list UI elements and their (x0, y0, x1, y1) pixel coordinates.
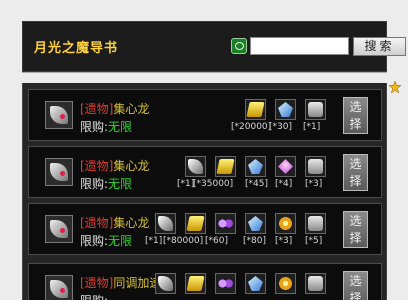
page-title: 月光之魔导书 (34, 41, 119, 56)
choose-button[interactable]: 选择 (343, 211, 368, 248)
wing-helm-icon[interactable] (185, 156, 206, 177)
blue-crystal-icon[interactable] (245, 213, 266, 234)
item-title: 集心龙 (113, 102, 150, 116)
choose-button[interactable]: 选择 (343, 154, 368, 191)
item-quantity: [*3] (305, 179, 323, 189)
purple-orbs-icon[interactable] (215, 213, 236, 234)
item-tag: [遗物] (80, 216, 114, 230)
gold-flower-icon[interactable] (275, 273, 296, 294)
item-quantity: [*5] (305, 236, 323, 246)
header-panel: 月光之魔导书 搜索 (22, 21, 406, 72)
item-quantity: [*45] (245, 179, 268, 189)
item-quantity: [*1] (303, 122, 321, 132)
item-name: [遗物]集心龙 (80, 157, 149, 174)
item-quantity: [*1] (145, 236, 163, 246)
item-name: [遗物]集心龙 (80, 214, 149, 231)
item-quantity: [*1] (177, 179, 195, 189)
limit-label: 限购: (80, 120, 109, 134)
choose-button[interactable]: 选择 (343, 97, 368, 134)
gold-bars-icon[interactable] (215, 156, 236, 177)
gold-bars-icon[interactable] (185, 213, 206, 234)
wing-helm-icon[interactable] (155, 213, 176, 234)
list-item: [遗物]集心龙 限购:无限 [*1] [*80000] [*60] [*80] [*3] [*… (28, 203, 382, 255)
item-tag: [遗物] (80, 159, 114, 173)
wing-helm-icon[interactable] (155, 273, 176, 294)
purple-orbs-icon[interactable] (215, 273, 236, 294)
item-quantity: [*30] (269, 122, 292, 132)
item-quantity: [*3] (275, 236, 293, 246)
limit-value: 无限 (108, 234, 133, 248)
item-title: 集心龙 (113, 159, 150, 173)
item-quantity: [*35000] (193, 179, 234, 189)
search-input[interactable] (250, 37, 349, 55)
item-quantity: [*80] (243, 236, 266, 246)
gold-bars-icon[interactable] (185, 273, 206, 294)
search-button[interactable]: 搜索 (353, 37, 406, 56)
dragon-relic-icon[interactable] (45, 275, 73, 300)
limit-label: 限购: (80, 177, 109, 191)
item-tag: [遗物] (80, 102, 114, 116)
list-item: [遗物]集心龙 限购:无限 [*20000] [*30] [*1] 选择 (28, 89, 382, 141)
item-quantity: [*80000] (163, 236, 204, 246)
scroll-icon[interactable] (305, 99, 326, 120)
purchase-limit: 限购:无限 (80, 118, 132, 135)
limit-value: 无限 (108, 177, 133, 191)
purchase-limit: 限购:无限 (80, 175, 132, 192)
search-icon[interactable] (231, 38, 247, 54)
limit-value: 无限 (108, 120, 133, 134)
item-quantity: [*60] (205, 236, 228, 246)
item-quantity: [*4] (275, 179, 293, 189)
purchase-limit: 限购:无限 (80, 232, 132, 249)
gold-flower-icon[interactable] (275, 213, 296, 234)
scroll-icon[interactable] (305, 273, 326, 294)
blue-crystal-icon[interactable] (245, 156, 266, 177)
item-name: [遗物]同调加速 (80, 274, 161, 291)
limit-label: 限购: (80, 294, 108, 300)
item-quantity: [*20000] (231, 122, 272, 132)
item-title: 集心龙 (113, 216, 150, 230)
purchase-limit: 限购: (80, 292, 108, 300)
dragon-relic-icon[interactable] (45, 158, 73, 186)
limit-label: 限购: (80, 234, 109, 248)
scroll-icon[interactable] (305, 156, 326, 177)
dragon-relic-icon[interactable] (45, 215, 73, 243)
blue-crystal-icon[interactable] (275, 99, 296, 120)
pink-crystal-icon[interactable] (275, 156, 296, 177)
star-icon[interactable] (389, 81, 401, 93)
choose-button[interactable]: 选择 (343, 271, 368, 300)
list-item: [遗物]同调加速限购: 选择 (28, 263, 382, 300)
gold-bars-icon[interactable] (245, 99, 266, 120)
recipe-list[interactable]: [遗物]集心龙 限购:无限 [*20000] [*30] [*1] 选择 [遗物]集心龙 限购… (22, 83, 387, 300)
item-name: [遗物]集心龙 (80, 100, 149, 117)
blue-crystal-icon[interactable] (245, 273, 266, 294)
scroll-icon[interactable] (305, 213, 326, 234)
list-item: [遗物]集心龙 限购:无限 [*1] [*35000] [*45] [*4] [*3] 选择 (28, 146, 382, 198)
dragon-relic-icon[interactable] (45, 101, 73, 129)
item-tag: [遗物] (80, 276, 114, 290)
